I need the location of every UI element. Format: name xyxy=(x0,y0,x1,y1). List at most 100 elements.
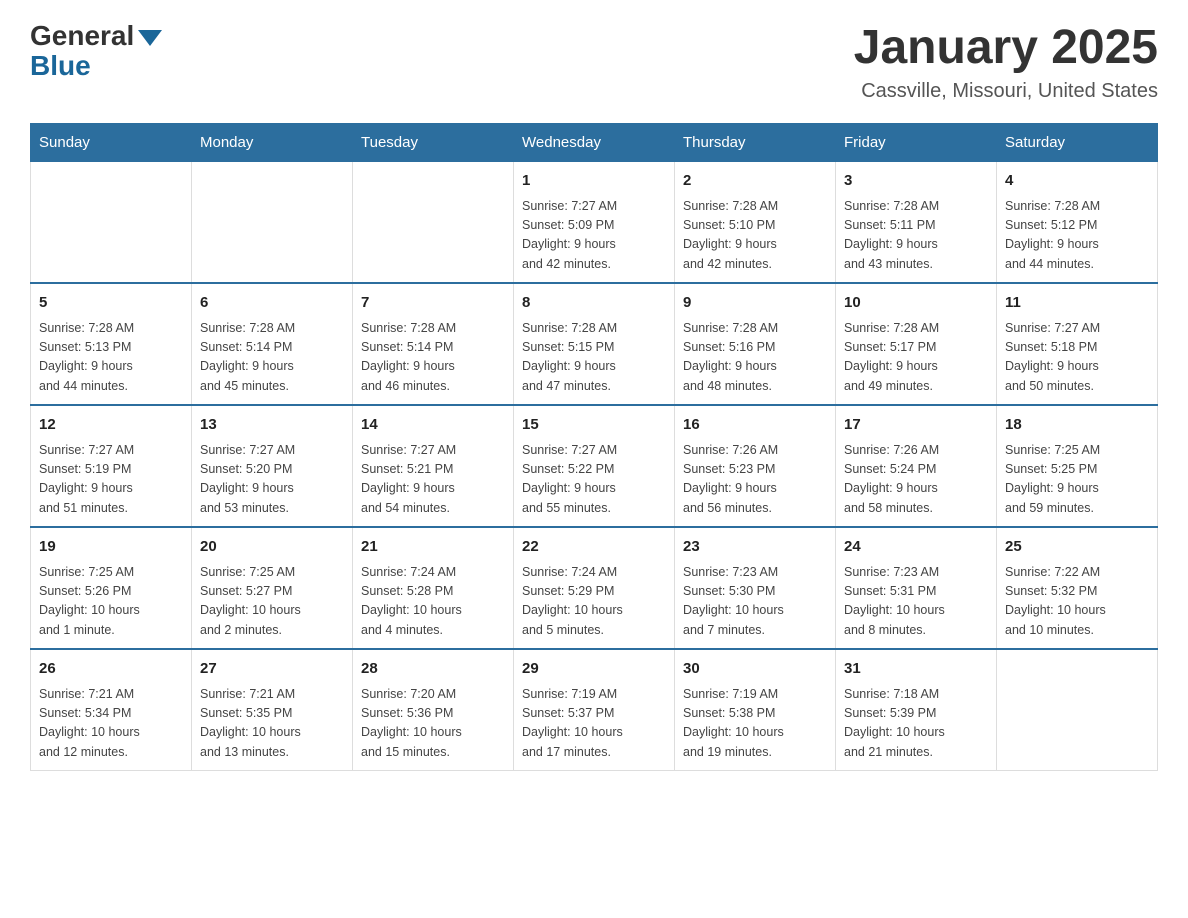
logo-general-text: General xyxy=(30,20,134,52)
page-header: General Blue January 2025 Cassville, Mis… xyxy=(30,20,1158,103)
logo: General Blue xyxy=(30,20,162,82)
day-info: Sunrise: 7:28 AMSunset: 5:11 PMDaylight:… xyxy=(844,197,988,275)
day-number: 15 xyxy=(522,414,666,437)
calendar-cell xyxy=(997,649,1158,771)
day-info: Sunrise: 7:26 AMSunset: 5:24 PMDaylight:… xyxy=(844,441,988,519)
calendar-header-friday: Friday xyxy=(836,124,997,162)
day-number: 9 xyxy=(683,292,827,315)
calendar-cell: 31 Sunrise: 7:18 AMSunset: 5:39 PMDayligh… xyxy=(836,649,997,771)
calendar-week-row: 1 Sunrise: 7:27 AMSunset: 5:09 PMDaylight… xyxy=(31,162,1158,284)
day-number: 7 xyxy=(361,292,505,315)
day-info: Sunrise: 7:22 AMSunset: 5:32 PMDaylight:… xyxy=(1005,563,1149,641)
day-info: Sunrise: 7:24 AMSunset: 5:28 PMDaylight:… xyxy=(361,563,505,641)
day-info: Sunrise: 7:25 AMSunset: 5:25 PMDaylight:… xyxy=(1005,441,1149,519)
calendar-cell: 10 Sunrise: 7:28 AMSunset: 5:17 PMDayligh… xyxy=(836,283,997,405)
calendar-week-row: 19 Sunrise: 7:25 AMSunset: 5:26 PMDayligh… xyxy=(31,527,1158,649)
day-info: Sunrise: 7:28 AMSunset: 5:14 PMDaylight:… xyxy=(200,319,344,397)
calendar-cell: 2Sunrise: 7:28 AMSunset: 5:10 PMDaylight… xyxy=(675,162,836,284)
day-info: Sunrise: 7:19 AMSunset: 5:38 PMDaylight:… xyxy=(683,685,827,763)
day-number: 14 xyxy=(361,414,505,437)
day-number: 5 xyxy=(39,292,183,315)
day-number: 17 xyxy=(844,414,988,437)
day-info: Sunrise: 7:27 AMSunset: 5:20 PMDaylight:… xyxy=(200,441,344,519)
day-number: 22 xyxy=(522,536,666,559)
day-number: 8 xyxy=(522,292,666,315)
day-info: Sunrise: 7:24 AMSunset: 5:29 PMDaylight:… xyxy=(522,563,666,641)
calendar-cell: 21 Sunrise: 7:24 AMSunset: 5:28 PMDayligh… xyxy=(353,527,514,649)
calendar-header-row: SundayMondayTuesdayWednesdayThursdayFrid… xyxy=(31,124,1158,162)
calendar-cell: 29 Sunrise: 7:19 AMSunset: 5:37 PMDayligh… xyxy=(514,649,675,771)
calendar-cell xyxy=(31,162,192,284)
calendar-cell: 25 Sunrise: 7:22 AMSunset: 5:32 PMDayligh… xyxy=(997,527,1158,649)
calendar-cell: 26Sunrise: 7:21 AMSunset: 5:34 PMDayligh… xyxy=(31,649,192,771)
calendar-cell: 24 Sunrise: 7:23 AMSunset: 5:31 PMDayligh… xyxy=(836,527,997,649)
day-info: Sunrise: 7:25 AMSunset: 5:27 PMDaylight:… xyxy=(200,563,344,641)
calendar-cell: 27 Sunrise: 7:21 AMSunset: 5:35 PMDayligh… xyxy=(192,649,353,771)
day-info: Sunrise: 7:20 AMSunset: 5:36 PMDaylight:… xyxy=(361,685,505,763)
month-title: January 2025 xyxy=(854,20,1158,75)
day-number: 25 xyxy=(1005,536,1149,559)
day-info: Sunrise: 7:28 AMSunset: 5:17 PMDaylight:… xyxy=(844,319,988,397)
calendar-header-sunday: Sunday xyxy=(31,124,192,162)
day-info: Sunrise: 7:27 AMSunset: 5:19 PMDaylight:… xyxy=(39,441,183,519)
calendar-cell: 7 Sunrise: 7:28 AMSunset: 5:14 PMDaylight… xyxy=(353,283,514,405)
calendar-header-saturday: Saturday xyxy=(997,124,1158,162)
day-info: Sunrise: 7:27 AMSunset: 5:21 PMDaylight:… xyxy=(361,441,505,519)
calendar-cell: 11Sunrise: 7:27 AMSunset: 5:18 PMDayligh… xyxy=(997,283,1158,405)
day-number: 30 xyxy=(683,658,827,681)
day-number: 21 xyxy=(361,536,505,559)
calendar-header-wednesday: Wednesday xyxy=(514,124,675,162)
logo-blue-text: Blue xyxy=(30,50,91,82)
calendar-cell: 3 Sunrise: 7:28 AMSunset: 5:11 PMDaylight… xyxy=(836,162,997,284)
day-info: Sunrise: 7:18 AMSunset: 5:39 PMDaylight:… xyxy=(844,685,988,763)
day-number: 4 xyxy=(1005,170,1149,193)
title-section: January 2025 Cassville, Missouri, United… xyxy=(854,20,1158,103)
calendar-cell: 22 Sunrise: 7:24 AMSunset: 5:29 PMDayligh… xyxy=(514,527,675,649)
location-text: Cassville, Missouri, United States xyxy=(854,80,1158,103)
calendar-cell: 23Sunrise: 7:23 AMSunset: 5:30 PMDayligh… xyxy=(675,527,836,649)
calendar-week-row: 26Sunrise: 7:21 AMSunset: 5:34 PMDayligh… xyxy=(31,649,1158,771)
calendar-cell: 12 Sunrise: 7:27 AMSunset: 5:19 PMDayligh… xyxy=(31,405,192,527)
day-number: 3 xyxy=(844,170,988,193)
day-info: Sunrise: 7:28 AMSunset: 5:10 PMDaylight:… xyxy=(683,197,827,275)
calendar-cell: 13 Sunrise: 7:27 AMSunset: 5:20 PMDayligh… xyxy=(192,405,353,527)
calendar-table: SundayMondayTuesdayWednesdayThursdayFrid… xyxy=(30,123,1158,771)
day-info: Sunrise: 7:19 AMSunset: 5:37 PMDaylight:… xyxy=(522,685,666,763)
day-number: 13 xyxy=(200,414,344,437)
calendar-cell: 6 Sunrise: 7:28 AMSunset: 5:14 PMDaylight… xyxy=(192,283,353,405)
day-number: 1 xyxy=(522,170,666,193)
calendar-cell xyxy=(192,162,353,284)
day-number: 24 xyxy=(844,536,988,559)
day-info: Sunrise: 7:27 AMSunset: 5:09 PMDaylight:… xyxy=(522,197,666,275)
calendar-cell: 5 Sunrise: 7:28 AMSunset: 5:13 PMDaylight… xyxy=(31,283,192,405)
day-number: 12 xyxy=(39,414,183,437)
day-number: 19 xyxy=(39,536,183,559)
calendar-cell: 16 Sunrise: 7:26 AMSunset: 5:23 PMDayligh… xyxy=(675,405,836,527)
logo-arrow-icon xyxy=(138,30,162,46)
calendar-header-monday: Monday xyxy=(192,124,353,162)
calendar-cell: 17 Sunrise: 7:26 AMSunset: 5:24 PMDayligh… xyxy=(836,405,997,527)
day-number: 18 xyxy=(1005,414,1149,437)
day-info: Sunrise: 7:27 AMSunset: 5:22 PMDaylight:… xyxy=(522,441,666,519)
day-info: Sunrise: 7:28 AMSunset: 5:14 PMDaylight:… xyxy=(361,319,505,397)
day-number: 20 xyxy=(200,536,344,559)
day-info: Sunrise: 7:28 AMSunset: 5:16 PMDaylight:… xyxy=(683,319,827,397)
day-number: 16 xyxy=(683,414,827,437)
day-info: Sunrise: 7:25 AMSunset: 5:26 PMDaylight:… xyxy=(39,563,183,641)
day-info: Sunrise: 7:26 AMSunset: 5:23 PMDaylight:… xyxy=(683,441,827,519)
day-number: 28 xyxy=(361,658,505,681)
day-number: 27 xyxy=(200,658,344,681)
day-number: 31 xyxy=(844,658,988,681)
calendar-cell: 4Sunrise: 7:28 AMSunset: 5:12 PMDaylight… xyxy=(997,162,1158,284)
day-number: 11 xyxy=(1005,292,1149,315)
day-number: 10 xyxy=(844,292,988,315)
day-info: Sunrise: 7:28 AMSunset: 5:13 PMDaylight:… xyxy=(39,319,183,397)
day-number: 23 xyxy=(683,536,827,559)
day-info: Sunrise: 7:23 AMSunset: 5:31 PMDaylight:… xyxy=(844,563,988,641)
day-number: 6 xyxy=(200,292,344,315)
calendar-cell: 30 Sunrise: 7:19 AMSunset: 5:38 PMDayligh… xyxy=(675,649,836,771)
calendar-cell: 20 Sunrise: 7:25 AMSunset: 5:27 PMDayligh… xyxy=(192,527,353,649)
day-number: 26 xyxy=(39,658,183,681)
day-info: Sunrise: 7:21 AMSunset: 5:35 PMDaylight:… xyxy=(200,685,344,763)
day-number: 29 xyxy=(522,658,666,681)
